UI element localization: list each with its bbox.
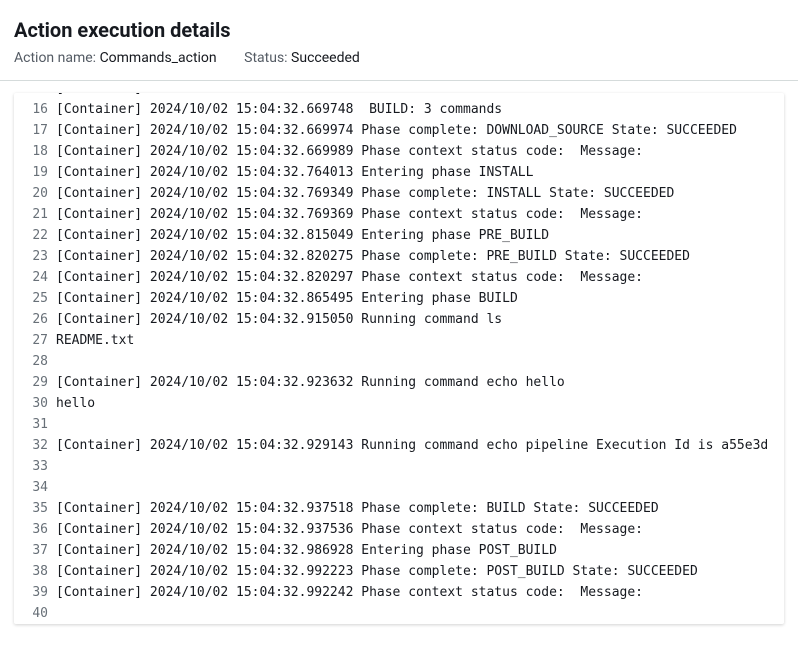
log-line: 32[Container] 2024/10/02 15:04:32.929143… [14,435,784,456]
action-name-value: Commands_action [100,50,217,66]
line-number: 20 [14,183,56,204]
line-content: [Container] 2024/10/02 15:04:32.669974 P… [56,120,737,141]
line-number: 33 [14,456,56,477]
line-number: 30 [14,393,56,414]
line-number: 40 [14,603,56,624]
line-number: 21 [14,204,56,225]
line-number: 28 [14,351,56,372]
line-content: [Container] 2024/10/02 15:04:32.937536 P… [56,519,651,540]
log-line: 39[Container] 2024/10/02 15:04:32.992242… [14,582,784,603]
log-line: 16[Container] 2024/10/02 15:04:32.669748… [14,99,784,120]
log-line: 20[Container] 2024/10/02 15:04:32.769349… [14,183,784,204]
line-content: [Container] 2024/10/02 15:04:32.660719 P… [56,93,549,99]
line-number: 16 [14,99,56,120]
line-number: 36 [14,519,56,540]
line-content: [Container] 2024/10/02 15:04:32.669748 B… [56,99,502,120]
line-number: 35 [14,498,56,519]
line-content: [Container] 2024/10/02 15:04:32.669989 P… [56,141,651,162]
line-number: 39 [14,582,56,603]
log-line: 18[Container] 2024/10/02 15:04:32.669989… [14,141,784,162]
line-number: 24 [14,267,56,288]
line-content: [Container] 2024/10/02 15:04:32.820297 P… [56,267,651,288]
log-line: 19[Container] 2024/10/02 15:04:32.764013… [14,162,784,183]
line-number: 22 [14,225,56,246]
line-content: [Container] 2024/10/02 15:04:32.986928 E… [56,540,557,561]
log-line: 27README.txt [14,330,784,351]
line-number: 26 [14,309,56,330]
log-line: 35[Container] 2024/10/02 15:04:32.937518… [14,498,784,519]
log-line: 26[Container] 2024/10/02 15:04:32.915050… [14,309,784,330]
line-number: 17 [14,120,56,141]
log-line: 21[Container] 2024/10/02 15:04:32.769369… [14,204,784,225]
log-line: 30hello [14,393,784,414]
line-content: [Container] 2024/10/02 15:04:32.929143 R… [56,435,768,456]
line-content: [Container] 2024/10/02 15:04:32.915050 R… [56,309,502,330]
line-number: 38 [14,561,56,582]
log-line: 25[Container] 2024/10/02 15:04:32.865495… [14,288,784,309]
log-pane: 15[Container] 2024/10/02 15:04:32.660719… [0,93,798,624]
line-content: [Container] 2024/10/02 15:04:32.937518 P… [56,498,659,519]
log-line: 40 [14,603,784,624]
line-number: 23 [14,246,56,267]
status-value: Succeeded [291,50,360,66]
line-number: 25 [14,288,56,309]
line-content: [Container] 2024/10/02 15:04:32.769349 P… [56,183,674,204]
line-number: 31 [14,414,56,435]
log-line: 37[Container] 2024/10/02 15:04:32.986928… [14,540,784,561]
line-number: 34 [14,477,56,498]
line-number: 18 [14,141,56,162]
line-content: [Container] 2024/10/02 15:04:32.992242 P… [56,582,651,603]
log-line: 38[Container] 2024/10/02 15:04:32.992223… [14,561,784,582]
line-content: [Container] 2024/10/02 15:04:32.865495 E… [56,288,518,309]
log-line: 36[Container] 2024/10/02 15:04:32.937536… [14,519,784,540]
header: Action execution details Action name: Co… [0,0,798,81]
line-content: hello [56,393,95,414]
line-number: 15 [14,93,56,99]
log-line: 29[Container] 2024/10/02 15:04:32.923632… [14,372,784,393]
line-content: [Container] 2024/10/02 15:04:32.820275 P… [56,246,690,267]
log-line: 24[Container] 2024/10/02 15:04:32.820297… [14,267,784,288]
action-name-label: Action name: [14,50,96,66]
line-number: 37 [14,540,56,561]
line-number: 29 [14,372,56,393]
line-content: [Container] 2024/10/02 15:04:32.815049 E… [56,225,549,246]
line-content: [Container] 2024/10/02 15:04:32.992223 P… [56,561,698,582]
line-content: README.txt [56,330,134,351]
log-line: 15[Container] 2024/10/02 15:04:32.660719… [14,93,549,99]
line-content: [Container] 2024/10/02 15:04:32.923632 R… [56,372,565,393]
log-line: 31 [14,414,784,435]
log-line: 23[Container] 2024/10/02 15:04:32.820275… [14,246,784,267]
log-line: 28 [14,351,784,372]
status-label: Status: [244,50,287,66]
log-line: 22[Container] 2024/10/02 15:04:32.815049… [14,225,784,246]
log-line: 33 [14,456,784,477]
log-line: 17[Container] 2024/10/02 15:04:32.669974… [14,120,784,141]
page-title: Action execution details [14,18,784,42]
line-content: [Container] 2024/10/02 15:04:32.769369 P… [56,204,651,225]
log-line: 34 [14,477,784,498]
meta-line: Action name: Commands_action Status: Suc… [14,50,784,66]
log-line-cutoff: 15[Container] 2024/10/02 15:04:32.660719… [14,93,784,99]
line-number: 27 [14,330,56,351]
line-number: 19 [14,162,56,183]
line-content: [Container] 2024/10/02 15:04:32.764013 E… [56,162,533,183]
log-container[interactable]: 15[Container] 2024/10/02 15:04:32.660719… [14,93,784,624]
line-number: 32 [14,435,56,456]
